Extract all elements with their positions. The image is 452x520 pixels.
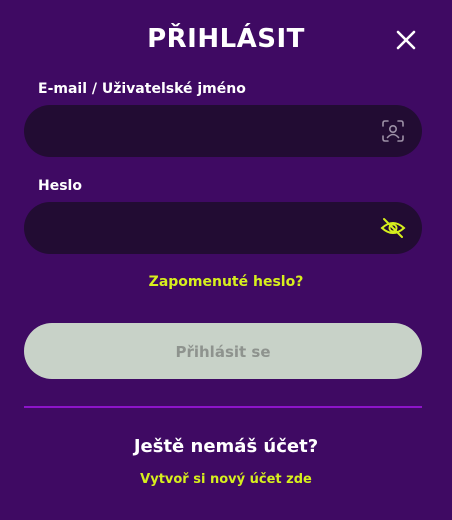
create-account-link[interactable]: Vytvoř si nový účet zde: [0, 472, 452, 487]
forgot-password-link[interactable]: Zapomenuté heslo?: [0, 274, 452, 290]
password-label: Heslo: [38, 178, 82, 194]
user-id-icon: [380, 118, 406, 144]
username-input[interactable]: [24, 105, 422, 157]
no-account-text: Ještě nemáš účet?: [133, 436, 319, 457]
login-button[interactable]: Přihlásit se: [24, 323, 422, 379]
login-modal: PŘIHLÁSIT E-mail / Uživatelské jméno Hes…: [0, 0, 452, 520]
password-input[interactable]: [24, 202, 422, 254]
divider: [24, 406, 422, 408]
modal-title: PŘIHLÁSIT: [147, 24, 305, 54]
password-field-wrapper: [24, 202, 422, 254]
close-icon[interactable]: [394, 28, 418, 52]
username-label: E-mail / Uživatelské jméno: [38, 81, 246, 97]
username-field-wrapper: [24, 105, 422, 157]
eye-off-icon[interactable]: [380, 215, 406, 241]
